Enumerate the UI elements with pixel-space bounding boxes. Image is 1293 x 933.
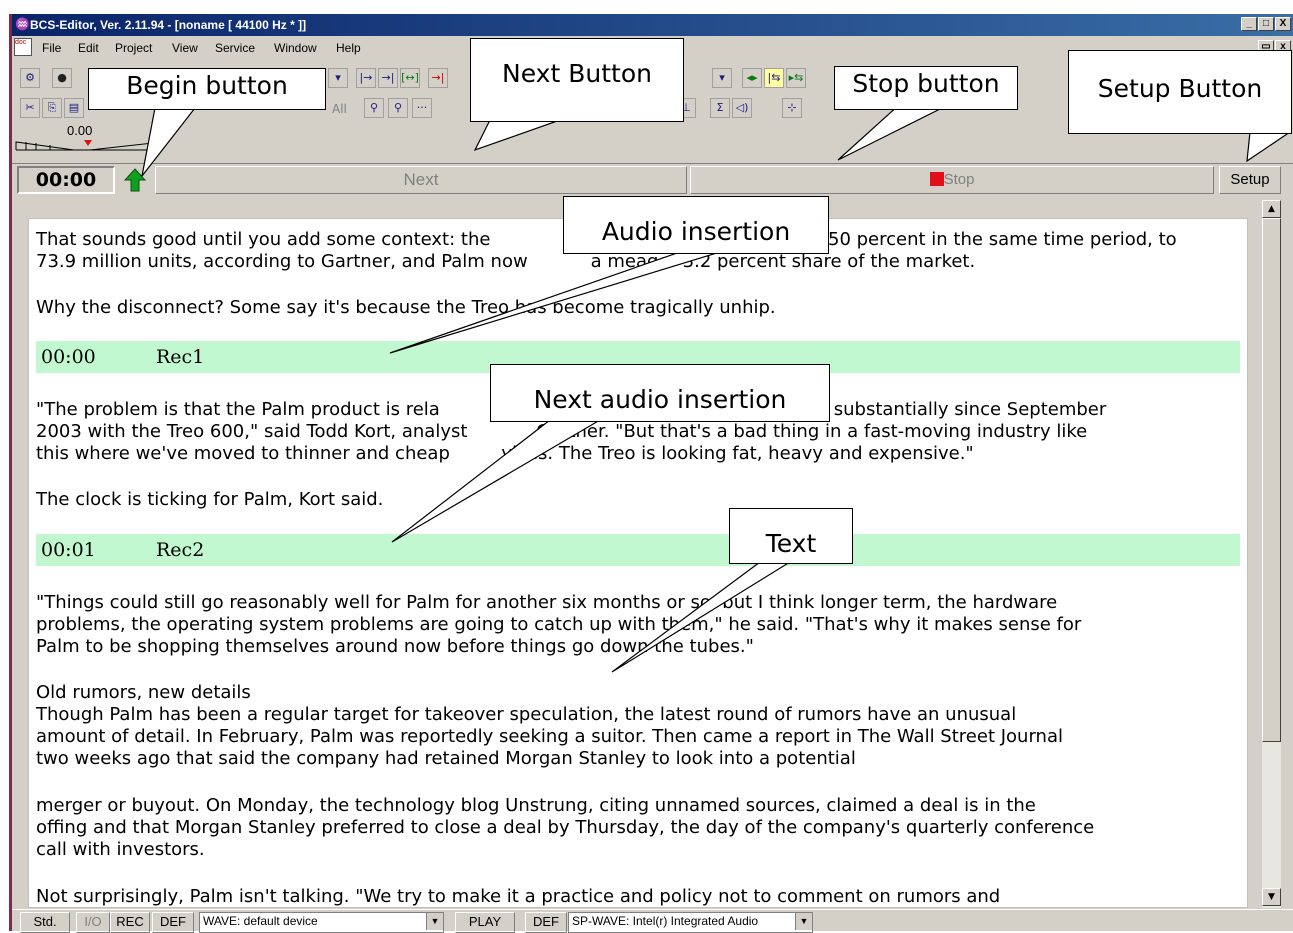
callout-begin: Begin button — [88, 68, 326, 110]
callout-text: Text — [729, 508, 853, 564]
callout-next: Next Button — [470, 38, 684, 122]
callout-pointers — [141, 103, 1292, 673]
callout-stop: Stop button — [834, 66, 1018, 110]
callout-setup: Setup Button — [1068, 50, 1292, 134]
callout-audio-insertion: Audio insertion — [563, 196, 829, 254]
callout-next-audio-insertion: Next audio insertion — [490, 364, 830, 422]
